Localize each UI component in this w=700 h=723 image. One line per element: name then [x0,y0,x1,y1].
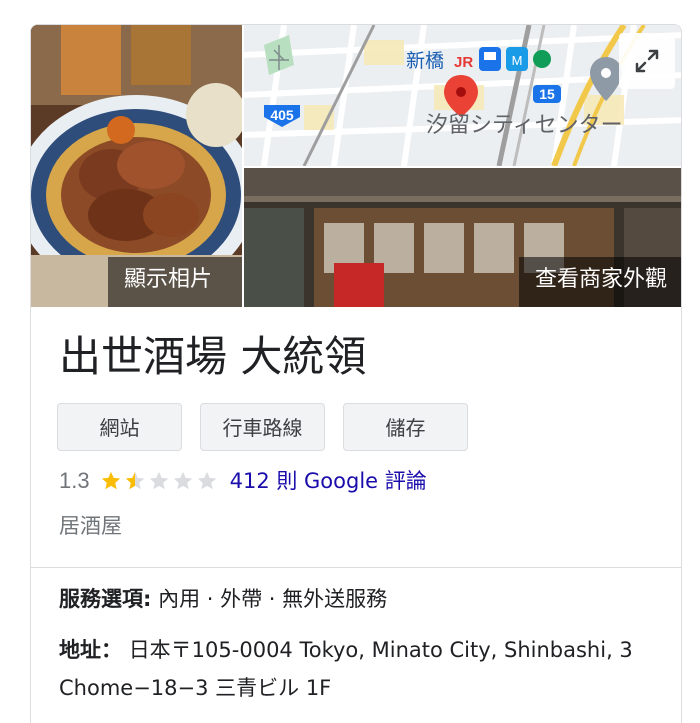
photos-label[interactable]: 顯示相片 [108,257,242,307]
area-label: 汐留シティセンター [426,113,623,138]
star-icon [101,471,120,490]
road-405-label: 405 [270,107,294,123]
star-rating [100,470,220,492]
street-view-label[interactable]: 查看商家外觀 [518,257,681,307]
address: 地址： 日本〒105-0004 Tokyo, Minato City, Shin… [59,631,669,707]
business-name: 出世酒場 大統領 [59,332,367,381]
reviews-link[interactable]: 412 則 Google 評論 [230,466,427,496]
service-options-value: 內用 · 外帶 · 無外送服務 [158,587,388,611]
tree-icon [533,50,551,68]
expand-map-button[interactable] [619,33,675,89]
business-category: 居酒屋 [59,514,122,538]
star-icon [173,471,192,490]
service-options-label: 服務選項: [59,587,152,611]
divider [31,567,681,568]
service-options: 服務選項: 內用 · 外帶 · 無外送服務 [59,580,387,618]
action-buttons: 網站 行車路線 儲存 [57,403,468,451]
rating-row: 1.3 412 則 Google 評論 [59,466,427,496]
save-button[interactable]: 儲存 [343,403,468,451]
knowledge-panel-card: 顯示相片 405 15 新橋 JR M 汐留シティセンター 查看商家外觀 出世酒… [30,24,682,723]
directions-button[interactable]: 行車路線 [200,403,325,451]
star-icon [149,471,168,490]
address-label: 地址： [59,638,122,662]
expand-icon [635,49,659,73]
map-tile[interactable]: 405 15 新橋 JR M 汐留シティセンター [244,25,681,166]
star-icon [197,471,216,490]
map-image: 405 15 新橋 JR M 汐留シティセンター [244,25,681,166]
rating-value: 1.3 [59,468,90,493]
website-button[interactable]: 網站 [57,403,182,451]
media-strip: 顯示相片 405 15 新橋 JR M 汐留シティセンター 查看商家外觀 [31,25,681,307]
photos-tile[interactable]: 顯示相片 [31,25,242,307]
svg-text:M: M [512,53,523,68]
address-value: 日本〒105-0004 Tokyo, Minato City, Shinbash… [59,638,633,700]
street-view-tile[interactable]: 查看商家外觀 [244,168,681,307]
road-15-label: 15 [539,86,555,102]
star-icon [125,471,144,490]
jr-badge: JR [454,54,473,71]
station-label: 新橋 [406,50,444,72]
